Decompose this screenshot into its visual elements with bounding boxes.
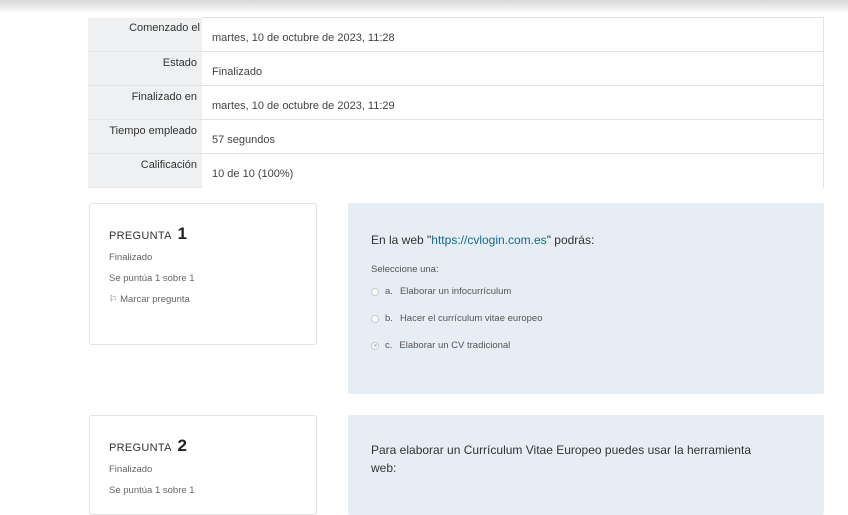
question-grade: Se puntúa 1 sobre 1 — [109, 273, 195, 284]
summary-label: Calificación — [88, 153, 202, 188]
question-title-prefix: PREGUNTA — [109, 442, 172, 454]
question-text: Para elaborar un Currículum Vitae Europe… — [371, 443, 751, 475]
answer-option-b[interactable]: b. Hacer el currículum vitae europeo — [371, 313, 824, 324]
attempt-summary-table: Comenzado el martes, 10 de octubre de 20… — [88, 17, 824, 188]
question-text: En la web "https://cvlogin.com.es" podrá… — [371, 231, 824, 249]
flag-question-link[interactable]: ⚐ Marcar pregunta — [109, 294, 316, 305]
summary-row-grade: Calificación 10 de 10 (100%) — [88, 153, 824, 188]
question-state: Finalizado — [109, 252, 153, 263]
question-text-after: " podrás: — [546, 233, 595, 247]
question-title-prefix: PREGUNTA — [109, 230, 172, 242]
radio-button[interactable] — [371, 287, 379, 296]
summary-value: martes, 10 de octubre de 2023, 11:29 — [202, 85, 824, 120]
question-title: PREGUNTA 2 — [109, 436, 316, 456]
radio-button[interactable] — [371, 314, 379, 323]
answer-option-a[interactable]: a. Elaborar un infocurrículum — [371, 286, 824, 297]
answer-prompt: Seleccione una: — [371, 264, 439, 275]
question-title: PREGUNTA 1 — [109, 224, 316, 244]
answer-letter: b. — [385, 313, 393, 324]
summary-value: 10 de 10 (100%) — [202, 153, 824, 188]
question-1-content: En la web "https://cvlogin.com.es" podrá… — [348, 203, 824, 394]
question-text-link: https://cvlogin.com.es — [431, 233, 547, 247]
question-text-before: En la web " — [371, 233, 432, 247]
answer-option-c[interactable]: c. Elaborar un CV tradicional — [371, 340, 824, 351]
flag-icon: ⚐ — [109, 294, 118, 304]
flag-question-label: Marcar pregunta — [120, 294, 190, 305]
summary-value: martes, 10 de octubre de 2023, 11:28 — [202, 17, 824, 52]
question-2-content: Para elaborar un Currículum Vitae Europe… — [348, 415, 824, 515]
summary-row-finished: Finalizado en martes, 10 de octubre de 2… — [88, 85, 824, 120]
summary-row-time: Tiempo empleado 57 segundos — [88, 119, 824, 154]
question-number: 1 — [177, 224, 187, 243]
question-1-info: PREGUNTA 1 Finalizado Se puntúa 1 sobre … — [89, 203, 317, 345]
answer-letter: a. — [385, 286, 393, 297]
answer-text: Elaborar un infocurrículum — [399, 286, 512, 297]
summary-label: Comenzado el — [88, 17, 202, 52]
answer-text: Elaborar un CV tradicional — [399, 340, 511, 351]
question-grade: Se puntúa 1 sobre 1 — [109, 485, 195, 496]
summary-value: 57 segundos — [202, 119, 824, 154]
top-shadow — [0, 0, 848, 14]
answer-text: Hacer el currículum vitae europeo — [399, 313, 543, 324]
summary-label: Tiempo empleado — [88, 119, 202, 154]
summary-value: Finalizado — [202, 51, 824, 86]
question-number: 2 — [177, 436, 187, 455]
summary-label: Estado — [88, 51, 202, 86]
summary-row-state: Estado Finalizado — [88, 51, 824, 86]
summary-row-started: Comenzado el martes, 10 de octubre de 20… — [88, 17, 824, 52]
summary-label: Finalizado en — [88, 85, 202, 120]
answer-letter: c. — [385, 340, 393, 351]
radio-button-selected[interactable] — [371, 341, 379, 350]
question-2-info: PREGUNTA 2 Finalizado Se puntúa 1 sobre … — [89, 415, 317, 515]
question-state: Finalizado — [109, 464, 153, 475]
